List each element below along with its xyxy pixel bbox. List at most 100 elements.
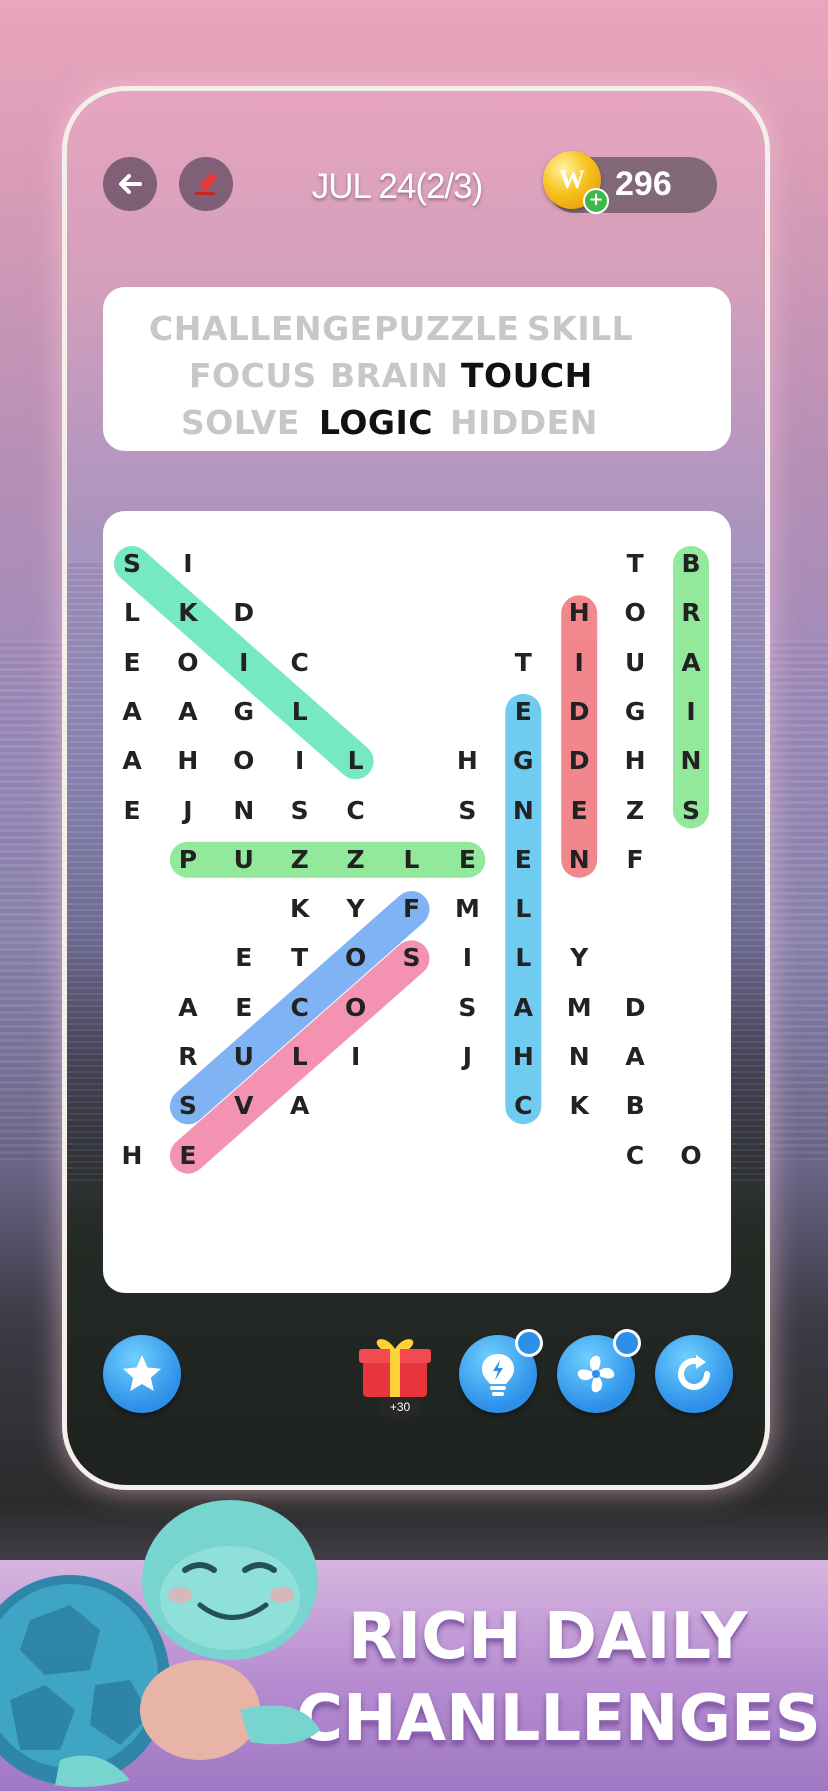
grid-cell[interactable]: A bbox=[160, 684, 216, 740]
grid-cell[interactable]: I bbox=[551, 635, 607, 691]
grid-cell[interactable]: Z bbox=[328, 832, 384, 888]
grid-cell[interactable]: U bbox=[216, 832, 272, 888]
grid-cell[interactable]: E bbox=[216, 980, 272, 1036]
grid-cell[interactable]: C bbox=[328, 783, 384, 839]
grid-cell[interactable]: O bbox=[328, 980, 384, 1036]
grid-cell[interactable]: Z bbox=[272, 832, 328, 888]
highlighter-button[interactable] bbox=[179, 157, 233, 211]
grid-cell[interactable]: G bbox=[607, 684, 663, 740]
grid-cell[interactable]: A bbox=[495, 980, 551, 1036]
grid-cell[interactable]: R bbox=[160, 1029, 216, 1085]
grid-cell[interactable]: C bbox=[607, 1128, 663, 1184]
grid-cell[interactable]: T bbox=[607, 536, 663, 592]
grid-cell[interactable]: B bbox=[607, 1078, 663, 1134]
grid-cell[interactable]: E bbox=[551, 783, 607, 839]
grid-cell[interactable]: H bbox=[160, 733, 216, 789]
grid-cell[interactable]: A bbox=[607, 1029, 663, 1085]
refresh-button[interactable] bbox=[655, 1335, 733, 1413]
grid-cell[interactable]: E bbox=[439, 832, 495, 888]
letter-grid[interactable]: SITBLKDHOREOICTIUAAAGLEDGIAHOILHGDHNEJNS… bbox=[103, 511, 731, 1293]
grid-cell[interactable]: U bbox=[607, 635, 663, 691]
grid-cell[interactable]: H bbox=[104, 1128, 160, 1184]
grid-cell[interactable]: T bbox=[495, 635, 551, 691]
grid-cell[interactable]: M bbox=[551, 980, 607, 1036]
grid-cell[interactable]: J bbox=[439, 1029, 495, 1085]
grid-cell[interactable]: L bbox=[104, 585, 160, 641]
grid-cell[interactable]: T bbox=[272, 930, 328, 986]
grid-cell[interactable]: S bbox=[439, 980, 495, 1036]
grid-cell[interactable]: E bbox=[160, 1128, 216, 1184]
grid-cell[interactable]: Z bbox=[607, 783, 663, 839]
grid-cell[interactable]: B bbox=[663, 536, 719, 592]
grid-cell[interactable]: O bbox=[607, 585, 663, 641]
grid-cell[interactable]: D bbox=[551, 733, 607, 789]
star-button[interactable] bbox=[103, 1335, 181, 1413]
grid-cell[interactable]: A bbox=[104, 684, 160, 740]
grid-cell[interactable]: A bbox=[663, 635, 719, 691]
grid-cell[interactable]: L bbox=[328, 733, 384, 789]
grid-cell[interactable]: O bbox=[216, 733, 272, 789]
grid-cell[interactable]: L bbox=[495, 930, 551, 986]
grid-cell[interactable]: N bbox=[551, 1029, 607, 1085]
grid-cell[interactable]: N bbox=[663, 733, 719, 789]
grid-cell[interactable]: C bbox=[272, 980, 328, 1036]
grid-cell[interactable]: E bbox=[216, 930, 272, 986]
grid-cell[interactable]: D bbox=[607, 980, 663, 1036]
grid-cell[interactable]: J bbox=[160, 783, 216, 839]
grid-cell[interactable]: K bbox=[272, 881, 328, 937]
grid-cell[interactable]: D bbox=[551, 684, 607, 740]
grid-cell[interactable]: H bbox=[551, 585, 607, 641]
grid-cell[interactable]: N bbox=[551, 832, 607, 888]
add-coins-button[interactable]: + bbox=[583, 188, 609, 214]
back-button[interactable] bbox=[103, 157, 157, 211]
grid-cell[interactable]: M bbox=[439, 881, 495, 937]
grid-cell[interactable]: L bbox=[384, 832, 440, 888]
grid-cell[interactable]: U bbox=[216, 1029, 272, 1085]
grid-cell[interactable]: K bbox=[160, 585, 216, 641]
grid-cell[interactable]: I bbox=[216, 635, 272, 691]
grid-cell[interactable]: F bbox=[607, 832, 663, 888]
grid-cell[interactable]: V bbox=[216, 1078, 272, 1134]
grid-cell[interactable]: H bbox=[495, 1029, 551, 1085]
grid-cell[interactable]: O bbox=[663, 1128, 719, 1184]
grid-cell[interactable]: E bbox=[104, 783, 160, 839]
grid-cell[interactable]: D bbox=[216, 585, 272, 641]
grid-cell[interactable]: A bbox=[160, 980, 216, 1036]
grid-cell[interactable]: F bbox=[384, 881, 440, 937]
grid-cell[interactable]: H bbox=[439, 733, 495, 789]
grid-cell[interactable]: Y bbox=[551, 930, 607, 986]
grid-cell[interactable]: A bbox=[272, 1078, 328, 1134]
grid-cell[interactable]: H bbox=[607, 733, 663, 789]
grid-cell[interactable]: E bbox=[104, 635, 160, 691]
grid-cell[interactable]: O bbox=[160, 635, 216, 691]
grid-cell[interactable]: C bbox=[272, 635, 328, 691]
grid-cell[interactable]: A bbox=[104, 733, 160, 789]
grid-cell[interactable]: E bbox=[495, 832, 551, 888]
grid-cell[interactable]: S bbox=[104, 536, 160, 592]
grid-cell[interactable]: I bbox=[272, 733, 328, 789]
grid-cell[interactable]: P bbox=[160, 832, 216, 888]
grid-cell[interactable]: K bbox=[551, 1078, 607, 1134]
grid-cell[interactable]: N bbox=[495, 783, 551, 839]
grid-cell[interactable]: I bbox=[663, 684, 719, 740]
grid-cell[interactable]: R bbox=[663, 585, 719, 641]
grid-cell[interactable]: Y bbox=[328, 881, 384, 937]
grid-cell[interactable]: O bbox=[328, 930, 384, 986]
grid-cell[interactable]: C bbox=[495, 1078, 551, 1134]
daily-gift[interactable]: +30 bbox=[355, 1331, 435, 1417]
grid-cell[interactable]: S bbox=[384, 930, 440, 986]
grid-cell[interactable]: S bbox=[439, 783, 495, 839]
grid-cell[interactable]: E bbox=[495, 684, 551, 740]
grid-cell[interactable]: G bbox=[495, 733, 551, 789]
grid-cell[interactable]: L bbox=[272, 684, 328, 740]
grid-cell[interactable]: L bbox=[272, 1029, 328, 1085]
grid-cell[interactable]: I bbox=[160, 536, 216, 592]
grid-cell[interactable]: S bbox=[272, 783, 328, 839]
grid-cell[interactable]: G bbox=[216, 684, 272, 740]
grid-cell[interactable]: I bbox=[439, 930, 495, 986]
grid-cell[interactable]: L bbox=[495, 881, 551, 937]
grid-cell[interactable]: N bbox=[216, 783, 272, 839]
grid-cell[interactable]: S bbox=[663, 783, 719, 839]
grid-cell[interactable]: S bbox=[160, 1078, 216, 1134]
grid-cell[interactable]: I bbox=[328, 1029, 384, 1085]
